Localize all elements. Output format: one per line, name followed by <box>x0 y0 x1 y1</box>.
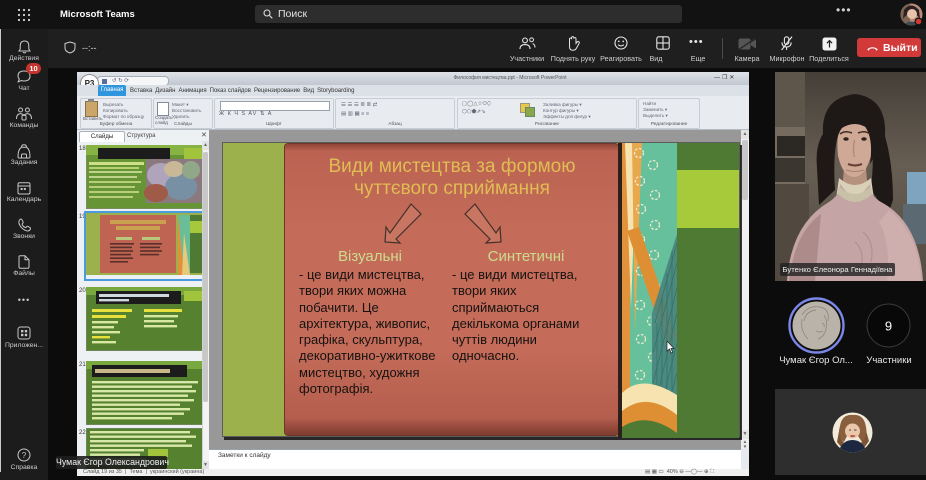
svg-text:9: 9 <box>885 319 892 334</box>
svg-text:?: ? <box>22 451 27 460</box>
